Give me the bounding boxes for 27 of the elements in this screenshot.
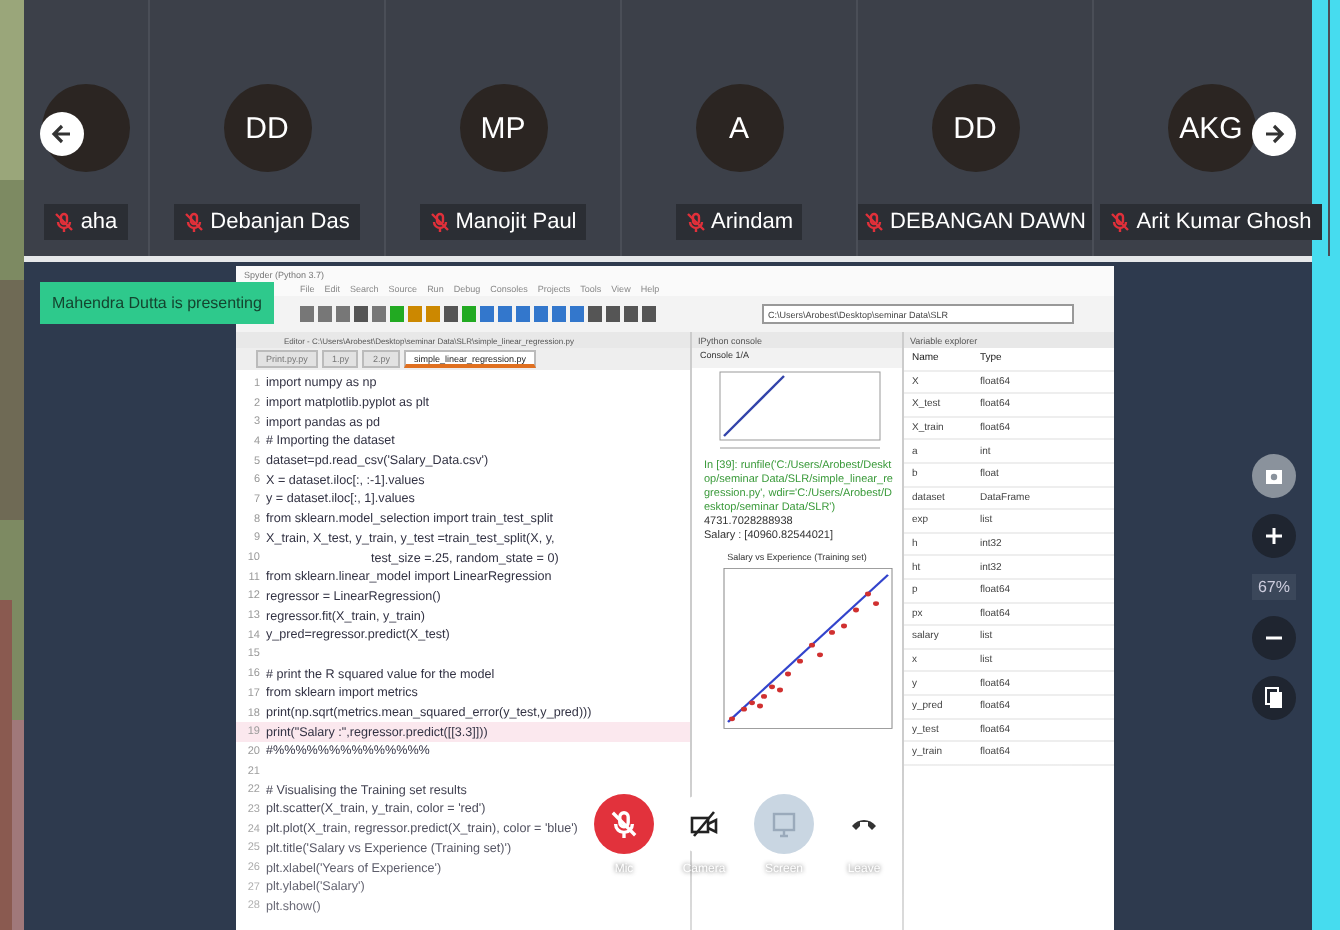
avatar: MP <box>459 84 547 172</box>
zoom-in-button[interactable] <box>1251 514 1296 558</box>
avatar: DD <box>931 84 1019 172</box>
avatar: A <box>695 84 783 172</box>
copy-icon <box>1263 686 1284 710</box>
avatar: DD <box>223 84 311 172</box>
arrow-right-icon <box>1262 122 1286 146</box>
arrow-left-icon <box>50 122 74 146</box>
screen-share-icon <box>770 810 798 838</box>
toolbar-icons[interactable] <box>300 304 660 324</box>
presenter-banner: Mahendra Dutta is presenting <box>40 282 274 324</box>
copy-button[interactable] <box>1251 676 1296 720</box>
name-text: Arindam <box>711 210 793 234</box>
name-text: Debanjan Das <box>210 210 350 234</box>
plus-icon <box>1263 526 1284 546</box>
name-text: DEBANGAN DAWN <box>890 210 1086 234</box>
name-text: aha <box>80 210 118 234</box>
name-text: Arit Kumar Ghosh <box>1136 210 1312 234</box>
zoom-out-button[interactable] <box>1251 616 1296 660</box>
camera-off-icon <box>690 810 718 838</box>
name-text: Manojit Paul <box>455 210 577 234</box>
camera-icon <box>1263 466 1284 486</box>
zoom-level: 67% <box>1251 574 1296 600</box>
avatar: AKG <box>1167 84 1255 172</box>
mic-off-icon <box>610 810 638 838</box>
snapshot-button[interactable] <box>1251 454 1296 498</box>
next-button[interactable] <box>1252 112 1296 156</box>
